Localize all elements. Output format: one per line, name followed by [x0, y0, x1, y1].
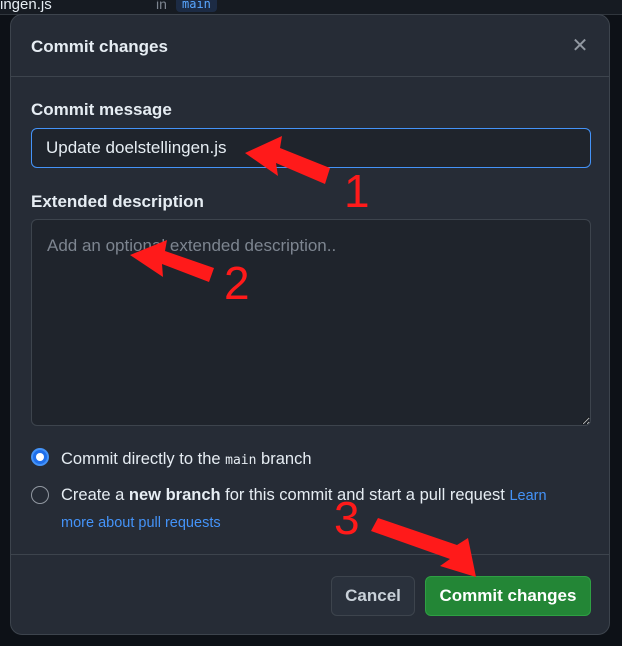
commit-direct-radio[interactable] [31, 448, 49, 466]
extended-description-label: Extended description [31, 192, 204, 211]
commit-direct-suffix: branch [261, 450, 312, 468]
close-icon[interactable]: ✕ [567, 33, 593, 59]
new-branch-label[interactable]: Create a new branch for this commit and … [61, 486, 547, 505]
commit-direct-label[interactable]: Commit directly to the main branch [61, 450, 312, 469]
in-label: in [156, 0, 167, 12]
annotation-step-3: 3 [334, 492, 360, 544]
new-branch-bold: new branch [128, 486, 221, 504]
commit-direct-prefix: Commit directly to the [61, 450, 221, 468]
cancel-button[interactable]: Cancel [331, 576, 415, 616]
branch-name: main [225, 453, 257, 468]
commit-message-label: Commit message [31, 100, 172, 119]
filename-breadcrumb[interactable]: ingen.js [0, 0, 52, 13]
dialog-header: Commit changes ✕ [11, 15, 609, 77]
extended-description-textarea[interactable] [31, 219, 591, 426]
commit-dialog: Commit changes ✕ Commit message Extended… [10, 14, 610, 635]
learn-more-link[interactable]: Learn [509, 488, 546, 504]
annotation-step-2: 2 [224, 257, 250, 309]
branch-chip[interactable]: main [176, 0, 217, 12]
learn-more-link-continued[interactable]: more about pull requests [61, 515, 221, 531]
new-branch-prefix: Create a [61, 486, 125, 504]
commit-message-input[interactable] [31, 128, 591, 168]
dialog-title: Commit changes [31, 37, 168, 56]
new-branch-radio[interactable] [31, 486, 49, 504]
dialog-footer: Cancel Commit changes [11, 554, 609, 634]
commit-changes-button[interactable]: Commit changes [425, 576, 591, 616]
annotation-step-1: 1 [344, 165, 370, 217]
editor-topbar: ingen.js in main [0, 0, 622, 15]
new-branch-suffix: for this commit and start a pull request [225, 486, 505, 504]
